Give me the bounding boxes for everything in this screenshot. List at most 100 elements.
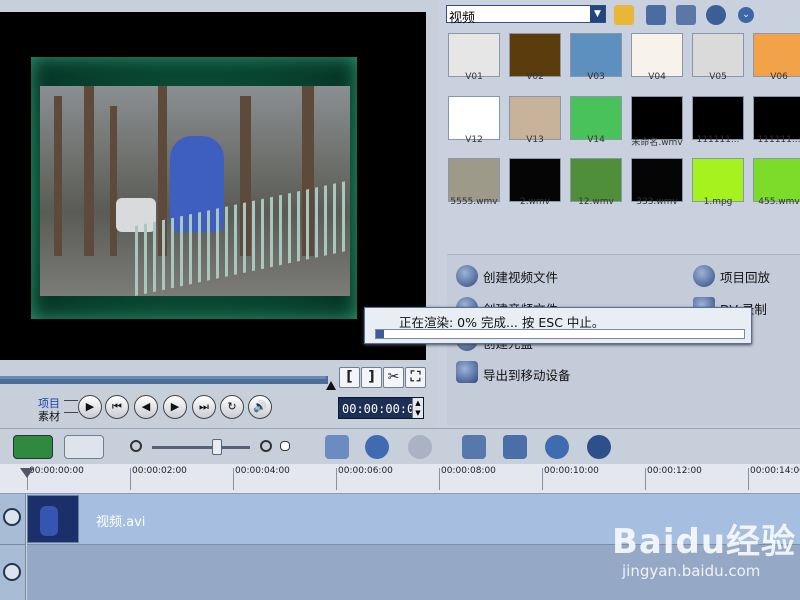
ruler-tick-label: 00:00:12:00 bbox=[647, 466, 702, 476]
refresh-icon[interactable] bbox=[706, 5, 726, 25]
library-thumbnail-label: V12 bbox=[465, 135, 483, 145]
audio-view-icon[interactable] bbox=[64, 435, 104, 459]
mode-clip[interactable]: 素材 bbox=[38, 408, 60, 424]
undo-icon[interactable] bbox=[365, 435, 389, 459]
library-thumbnail-label: 未命名.wmv bbox=[631, 138, 683, 148]
zoom-slider-thumb[interactable] bbox=[212, 439, 222, 455]
ruler-tick-label: 00:00:08:00 bbox=[441, 466, 496, 476]
mobile-device-icon bbox=[456, 361, 478, 383]
timeline-clip-thumbnail[interactable] bbox=[27, 495, 79, 543]
library-thumbnail-label: V01 bbox=[465, 72, 483, 82]
redo-icon[interactable] bbox=[408, 435, 432, 459]
mixer-icon[interactable] bbox=[545, 435, 569, 459]
library-thumbnail-label: 455.wmv bbox=[758, 197, 800, 207]
ruler-tick-line bbox=[336, 468, 337, 490]
ruler-tick-line bbox=[439, 468, 440, 490]
mark-in-button[interactable]: [ bbox=[339, 367, 360, 388]
create-video-file-button[interactable]: 创建视频文件 bbox=[483, 267, 558, 286]
library-thumbnail[interactable] bbox=[570, 96, 622, 140]
overlay-track-header[interactable] bbox=[0, 544, 26, 600]
zoom-out-icon[interactable] bbox=[130, 440, 142, 452]
volume-button[interactable]: 🔊 bbox=[248, 395, 272, 419]
surround-sound-icon[interactable] bbox=[587, 435, 611, 459]
ruler-tick-line bbox=[542, 468, 543, 490]
library-thumbnail[interactable] bbox=[692, 33, 744, 77]
video-track-header[interactable] bbox=[0, 494, 26, 544]
library-thumbnail[interactable] bbox=[509, 158, 561, 202]
expand-icon[interactable]: ⌄ bbox=[738, 7, 754, 23]
render-progress-bar bbox=[375, 329, 745, 339]
film-reel-icon bbox=[3, 508, 21, 526]
watermark-url: jingyan.baidu.com bbox=[622, 562, 761, 580]
library-thumbnail-label: V05 bbox=[709, 72, 727, 82]
zoom-in-icon[interactable] bbox=[260, 440, 272, 452]
library-thumbnail-label: V06 bbox=[770, 72, 788, 82]
storyboard-view-icon[interactable] bbox=[13, 435, 53, 459]
library-thumbnail[interactable] bbox=[448, 33, 500, 77]
go-start-button[interactable]: ⏮ bbox=[105, 395, 129, 419]
library-thumbnail[interactable] bbox=[631, 33, 683, 77]
ruler-tick-line bbox=[130, 468, 131, 490]
library-thumbnail[interactable] bbox=[631, 158, 683, 202]
baidu-watermark: Baidu经验 jingyan.baidu.com bbox=[612, 514, 800, 600]
zoom-slider-track[interactable] bbox=[152, 446, 250, 449]
view-options-icon[interactable] bbox=[676, 5, 696, 25]
library-thumbnail[interactable] bbox=[753, 158, 800, 202]
repeat-button[interactable]: ↻ bbox=[220, 395, 244, 419]
chevron-down-icon[interactable]: ▼ bbox=[590, 6, 605, 22]
library-thumbnail[interactable] bbox=[509, 33, 561, 77]
library-dropdown-value: 视频 bbox=[449, 11, 476, 26]
ruler-tick-label: 00:00:14:00 bbox=[750, 466, 800, 476]
library-thumbnail-label: V14 bbox=[587, 135, 605, 145]
library-thumbnail-label: V04 bbox=[648, 72, 666, 82]
export-mobile-button[interactable]: 导出到移动设备 bbox=[483, 365, 571, 384]
record-capture-icon[interactable] bbox=[462, 435, 486, 459]
seek-thumb[interactable] bbox=[326, 381, 336, 390]
fullscreen-icon[interactable]: ⛶ bbox=[405, 367, 426, 388]
ruler-tick-label: 00:00:04:00 bbox=[235, 466, 290, 476]
library-thumbnail[interactable] bbox=[753, 96, 800, 140]
video-file-icon bbox=[456, 265, 478, 287]
library-thumbnail[interactable] bbox=[448, 158, 500, 202]
ruler-tick-line bbox=[748, 468, 749, 490]
library-dropdown[interactable]: 视频 ▼ bbox=[446, 5, 606, 26]
library-thumbnail-label: V02 bbox=[526, 72, 544, 82]
folder-icon[interactable] bbox=[614, 5, 634, 25]
playhead-marker[interactable] bbox=[20, 468, 34, 478]
library-thumbnail[interactable] bbox=[692, 96, 744, 140]
ruler-tick-label: 00:00:10:00 bbox=[544, 466, 599, 476]
library-thumbnail-label: V03 bbox=[587, 72, 605, 82]
scissors-icon[interactable]: ✂ bbox=[383, 367, 404, 388]
seek-bar-fill bbox=[0, 376, 326, 379]
library-thumbnail-label: 2.wmv bbox=[519, 197, 551, 207]
fit-project-icon[interactable] bbox=[280, 441, 290, 451]
sort-icon[interactable] bbox=[646, 5, 666, 25]
library-thumbnail[interactable] bbox=[753, 33, 800, 77]
prev-frame-button[interactable]: ◀ bbox=[134, 395, 158, 419]
mode-switch-line bbox=[64, 412, 78, 413]
render-progress-fill bbox=[376, 330, 384, 338]
insert-media-icon[interactable] bbox=[325, 435, 349, 459]
go-end-button[interactable]: ⏭ bbox=[192, 395, 216, 419]
mode-switch-line bbox=[64, 400, 78, 401]
timeline-settings-icon[interactable] bbox=[503, 435, 527, 459]
library-thumbnail-label: 5555.wmv bbox=[450, 197, 498, 207]
next-frame-button[interactable]: ▶ bbox=[163, 395, 187, 419]
library-thumbnail-label: 111111... bbox=[757, 135, 800, 145]
play-button[interactable]: ▶ bbox=[78, 395, 102, 419]
film-reel-icon bbox=[3, 563, 21, 581]
mark-out-button[interactable]: ] bbox=[361, 367, 382, 388]
ruler-tick-label: 00:00:06:00 bbox=[338, 466, 393, 476]
library-thumbnail-label: 12.wmv bbox=[578, 197, 614, 207]
timecode-stepper[interactable]: ▲ ▼ bbox=[412, 398, 423, 418]
watermark-brand: Baidu经验 bbox=[612, 522, 797, 562]
library-thumbnail[interactable] bbox=[692, 158, 744, 202]
library-thumbnail[interactable] bbox=[509, 96, 561, 140]
library-thumbnail-label: 333.wmv bbox=[636, 197, 678, 207]
project-playback-button[interactable]: 项目回放 bbox=[720, 267, 770, 286]
library-thumbnail[interactable] bbox=[448, 96, 500, 140]
ruler-tick-line bbox=[645, 468, 646, 490]
library-thumbnail[interactable] bbox=[570, 158, 622, 202]
library-thumbnail[interactable] bbox=[631, 96, 683, 140]
library-thumbnail[interactable] bbox=[570, 33, 622, 77]
